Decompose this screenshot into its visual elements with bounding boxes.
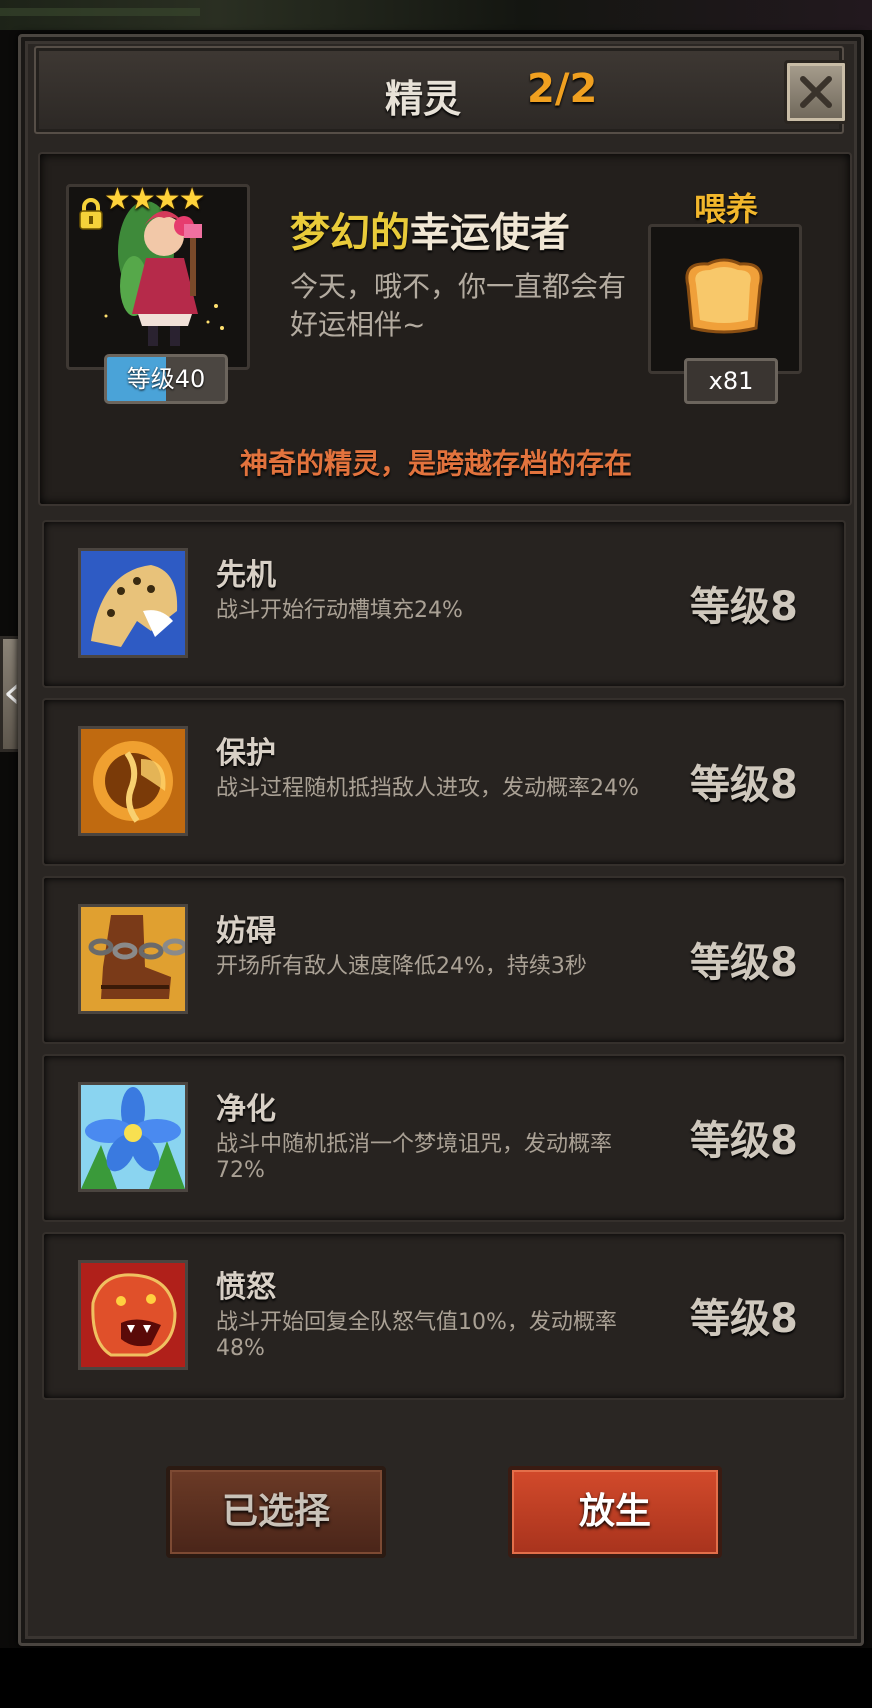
skill-level: 等级8 xyxy=(690,1118,798,1164)
pet-name-highlight: 梦幻的 xyxy=(290,210,410,256)
skill-level: 等级8 xyxy=(690,584,798,630)
pet-count: 2/2 xyxy=(527,66,598,112)
skill-description: 战斗开始回复全队怒气值10%，发动概率48% xyxy=(216,1310,617,1361)
feed-count: x81 xyxy=(684,358,778,404)
skill-row[interactable]: 先机 战斗开始行动槽填充24% 等级8 xyxy=(42,520,846,688)
page-title: 精灵 xyxy=(385,77,462,121)
skill-name: 先机 xyxy=(216,558,276,593)
bread-icon xyxy=(685,258,763,334)
blue-flower-icon xyxy=(78,1082,188,1192)
skill-row[interactable]: 净化 战斗中随机抵消一个梦境诅咒，发动概率72% 等级8 xyxy=(42,1054,846,1222)
release-button[interactable]: 放生 xyxy=(508,1466,722,1558)
rarity-stars: ★★★★ xyxy=(104,182,206,217)
roaring-beast-icon xyxy=(78,1260,188,1370)
pet-level-badge: 等级40 xyxy=(104,354,228,404)
skill-name: 愤怒 xyxy=(216,1270,276,1305)
chained-boot-icon xyxy=(78,904,188,1014)
pet-portrait xyxy=(104,201,224,346)
skill-name: 净化 xyxy=(216,1092,276,1127)
skill-name: 妨碍 xyxy=(216,914,276,949)
skill-description: 战斗过程随机抵挡敌人进攻，发动概率24% xyxy=(216,776,639,801)
skill-description: 开场所有敌人速度降低24%，持续3秒 xyxy=(216,954,587,979)
pet-description: 今天，哦不，你一直都会有好运相伴~ xyxy=(290,270,627,341)
skill-level: 等级8 xyxy=(690,762,798,808)
skill-level: 等级8 xyxy=(690,940,798,986)
close-button[interactable] xyxy=(784,60,848,124)
fairy-shield-icon xyxy=(78,726,188,836)
background-edge xyxy=(0,0,872,30)
close-icon xyxy=(800,76,832,108)
skill-name: 保护 xyxy=(216,736,276,771)
leopard-icon xyxy=(78,548,188,658)
pet-name-rest: 幸运使者 xyxy=(410,210,570,256)
bottom-bar xyxy=(0,1648,872,1708)
skill-description: 战斗开始行动槽填充24% xyxy=(216,598,463,623)
pet-tagline: 神奇的精灵，是跨越存档的存在 xyxy=(239,447,632,480)
pet-name: 梦幻的幸运使者 xyxy=(290,200,570,258)
lock-icon[interactable] xyxy=(78,198,104,230)
skill-row[interactable]: 保护 战斗过程随机抵挡敌人进攻，发动概率24% 等级8 xyxy=(42,698,846,866)
skill-row[interactable]: 妨碍 开场所有敌人速度降低24%，持续3秒 等级8 xyxy=(42,876,846,1044)
selected-button[interactable]: 已选择 xyxy=(166,1466,386,1558)
skill-description: 战斗中随机抵消一个梦境诅咒，发动概率72% xyxy=(216,1132,613,1183)
skill-row[interactable]: 愤怒 战斗开始回复全队怒气值10%，发动概率48% 等级8 xyxy=(42,1232,846,1400)
skill-level: 等级8 xyxy=(690,1296,798,1342)
